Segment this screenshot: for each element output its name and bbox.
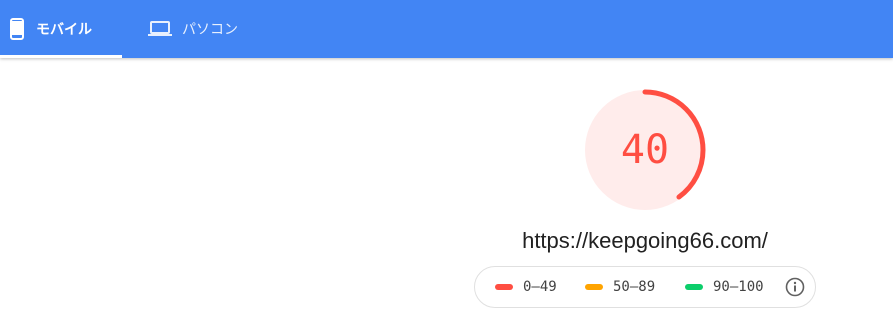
pass-swatch [685,284,703,290]
score-legend: 0–49 50–89 90–100 [474,266,816,308]
header-bar: モバイル パソコン [0,0,893,58]
score-value: 40 [620,127,670,173]
tested-url: https://keepgoing66.com/ [522,228,768,253]
laptop-icon [148,21,172,37]
legend-fail-range: 0–49 [523,279,557,295]
average-swatch [585,284,603,290]
legend-average-range: 50–89 [613,279,656,295]
active-tab-indicator [0,55,122,58]
info-icon[interactable] [785,277,805,297]
legend-item-pass: 90–100 [685,267,764,307]
legend-item-average: 50–89 [585,267,655,307]
fail-swatch [495,284,513,290]
tab-mobile[interactable]: モバイル [0,0,122,58]
smartphone-icon [10,18,24,40]
tab-mobile-label: モバイル [36,21,92,37]
legend-item-fail: 0–49 [495,267,557,307]
legend-pass-range: 90–100 [713,279,764,295]
tab-desktop-label: パソコン [182,21,238,37]
tab-desktop[interactable]: パソコン [148,0,258,58]
performance-score-gauge: 40 [583,88,707,212]
